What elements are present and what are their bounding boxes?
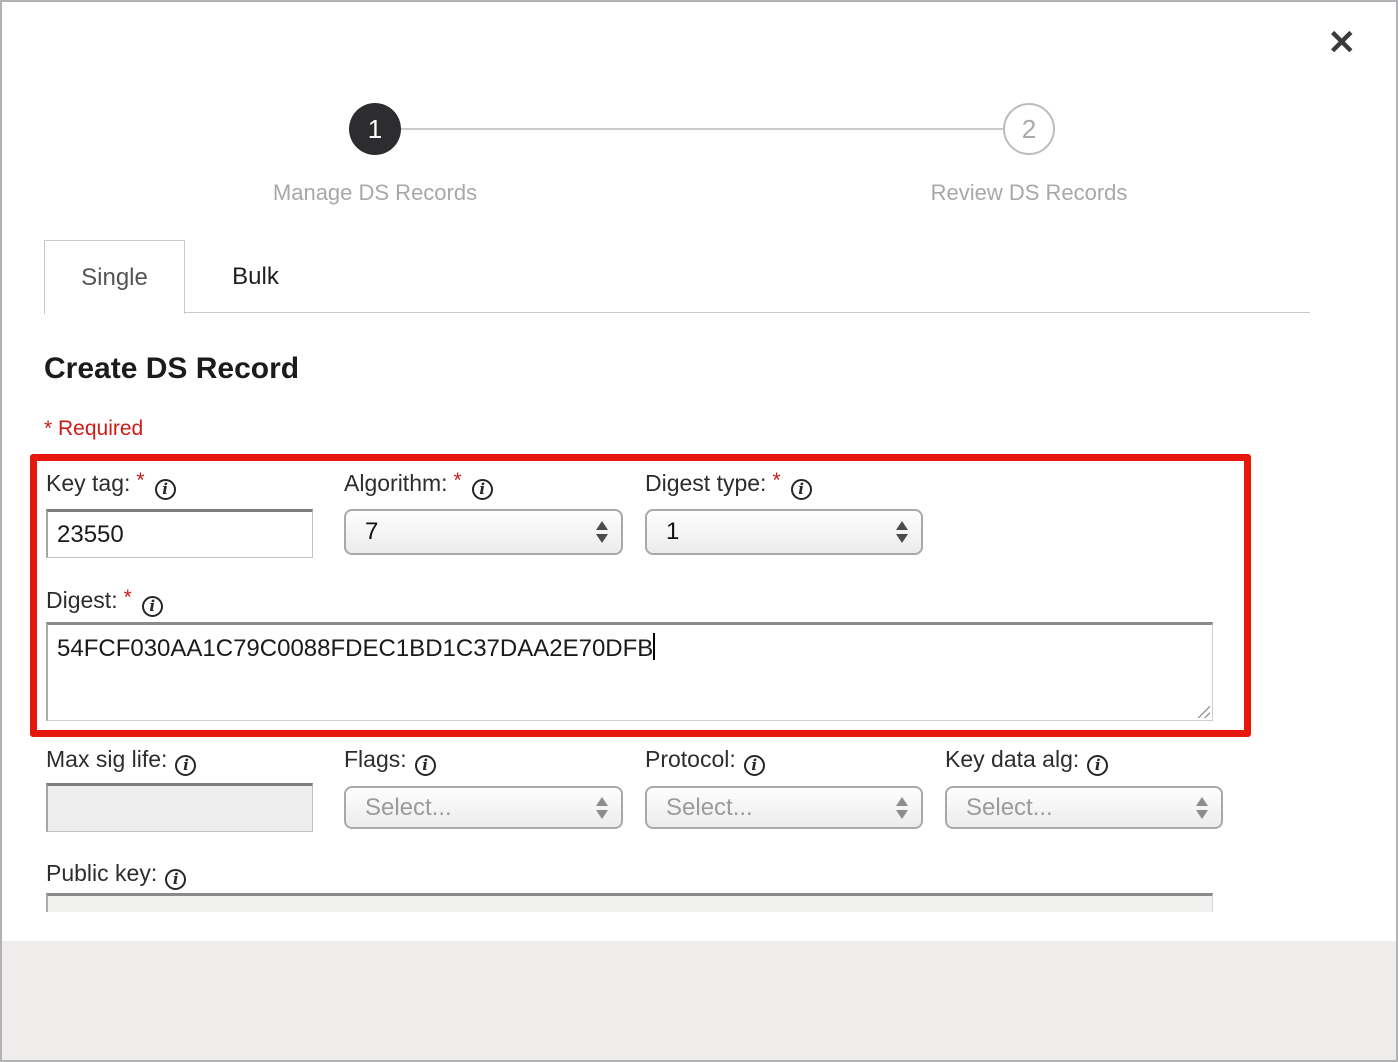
- key-data-alg-select-value: Select...: [966, 788, 1053, 827]
- required-asterisk: *: [454, 469, 462, 492]
- select-arrows-icon: [596, 521, 608, 543]
- protocol-label: Protocol: i: [645, 746, 765, 776]
- digest-label-text: Digest:: [46, 587, 118, 613]
- digest-textarea-value: 54FCF030AA1C79C0088FDEC1BD1C37DAA2E70DFB: [57, 635, 653, 662]
- tab-bulk[interactable]: Bulk: [185, 240, 326, 313]
- text-cursor: [653, 633, 655, 660]
- page-title: Create DS Record: [44, 352, 299, 386]
- key-tag-input[interactable]: [46, 509, 313, 558]
- info-icon[interactable]: i: [1087, 755, 1108, 776]
- step-1-label: Manage DS Records: [195, 180, 555, 206]
- close-icon[interactable]: ✕: [1328, 26, 1357, 60]
- key-tag-label-text: Key tag:: [46, 470, 130, 496]
- public-key-label-text: Public key:: [46, 860, 157, 886]
- info-icon[interactable]: i: [175, 755, 196, 776]
- digest-textarea[interactable]: 54FCF030AA1C79C0088FDEC1BD1C37DAA2E70DFB: [46, 622, 1213, 721]
- info-icon[interactable]: i: [472, 479, 493, 500]
- required-asterisk: *: [136, 469, 144, 492]
- select-arrows-icon: [596, 797, 608, 819]
- key-data-alg-label-text: Key data alg:: [945, 746, 1079, 772]
- select-arrows-icon: [896, 521, 908, 543]
- flags-label: Flags: i: [344, 746, 436, 776]
- max-sig-life-label: Max sig life: i: [46, 746, 196, 776]
- key-tag-label: Key tag: * i: [46, 469, 176, 500]
- algorithm-label-text: Algorithm:: [344, 470, 448, 496]
- select-arrows-icon: [896, 797, 908, 819]
- create-ds-record-dialog: ✕ 1 2 Manage DS Records Review DS Record…: [0, 0, 1398, 1062]
- key-data-alg-label: Key data alg: i: [945, 746, 1108, 776]
- public-key-label: Public key: i: [46, 860, 186, 890]
- step-1-circle: 1: [349, 103, 401, 155]
- public-key-textarea[interactable]: [46, 893, 1213, 912]
- info-icon[interactable]: i: [415, 755, 436, 776]
- flags-select-value: Select...: [365, 788, 452, 827]
- max-sig-life-input[interactable]: [46, 783, 313, 832]
- info-icon[interactable]: i: [791, 479, 812, 500]
- algorithm-select-value: 7: [365, 511, 378, 553]
- info-icon[interactable]: i: [744, 755, 765, 776]
- stepper-connector-line: [401, 128, 1003, 130]
- protocol-select-value: Select...: [666, 788, 753, 827]
- step-2-circle: 2: [1003, 103, 1055, 155]
- required-note: * Required: [44, 417, 143, 441]
- digest-type-select[interactable]: 1: [645, 509, 923, 555]
- step-2-label: Review DS Records: [849, 180, 1209, 206]
- info-icon[interactable]: i: [165, 869, 186, 890]
- digest-type-select-value: 1: [666, 511, 679, 553]
- dialog-footer: Cancel Back Next: [2, 941, 1396, 1060]
- digest-type-label-text: Digest type:: [645, 470, 766, 496]
- algorithm-select[interactable]: 7: [344, 509, 623, 555]
- digest-label: Digest: * i: [46, 586, 163, 617]
- tab-single[interactable]: Single: [44, 240, 185, 314]
- required-asterisk: *: [124, 586, 132, 609]
- max-sig-life-label-text: Max sig life:: [46, 746, 167, 772]
- resize-handle-icon[interactable]: [1195, 703, 1210, 718]
- info-icon[interactable]: i: [155, 479, 176, 500]
- digest-type-label: Digest type: * i: [645, 469, 812, 500]
- flags-select[interactable]: Select...: [344, 786, 623, 829]
- flags-label-text: Flags:: [344, 746, 407, 772]
- key-data-alg-select[interactable]: Select...: [945, 786, 1223, 829]
- protocol-label-text: Protocol:: [645, 746, 736, 772]
- required-asterisk: *: [772, 469, 780, 492]
- algorithm-label: Algorithm: * i: [344, 469, 493, 500]
- protocol-select[interactable]: Select...: [645, 786, 923, 829]
- info-icon[interactable]: i: [142, 596, 163, 617]
- select-arrows-icon: [1196, 797, 1208, 819]
